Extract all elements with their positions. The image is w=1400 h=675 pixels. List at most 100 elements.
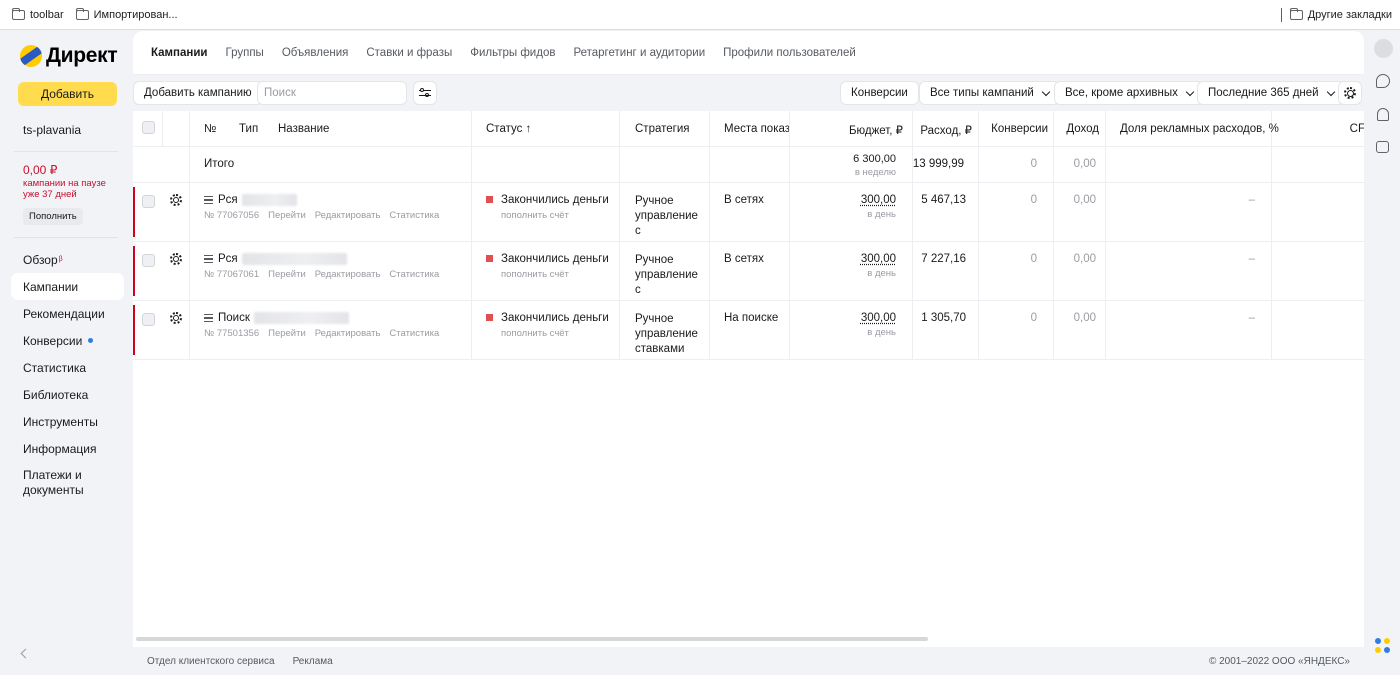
tab-user-profiles[interactable]: Профили пользователей xyxy=(723,31,856,75)
column-name[interactable]: Название xyxy=(278,123,329,135)
strategy[interactable]: Ручное управление с xyxy=(635,194,698,239)
archive-filter-select[interactable]: Все, кроме архивных xyxy=(1054,81,1204,105)
topup-link[interactable]: пополнить счёт xyxy=(501,210,569,221)
sidebar-item-information[interactable]: Информация xyxy=(11,435,124,462)
budget-value[interactable]: 300,00 xyxy=(861,312,896,324)
new-dot-icon xyxy=(88,338,94,343)
row-checkbox[interactable] xyxy=(142,254,155,267)
select-all-checkbox[interactable] xyxy=(142,121,155,134)
search-input[interactable]: Поиск xyxy=(257,81,407,105)
tab-feed-filters[interactable]: Фильтры фидов xyxy=(470,31,555,75)
campaign-type-icon xyxy=(204,196,213,204)
edit-link[interactable]: Редактировать xyxy=(315,269,381,280)
horizontal-scrollbar[interactable] xyxy=(136,637,928,641)
topup-button[interactable]: Пополнить xyxy=(23,208,83,225)
sidebar-divider xyxy=(14,237,118,238)
column-strategy[interactable]: Стратегия xyxy=(635,123,690,135)
campaign-title[interactable]: Рся xyxy=(204,194,297,206)
nav-label: Платежи и документы xyxy=(23,468,84,497)
campaign-settings-icon[interactable] xyxy=(170,312,182,324)
column-budget[interactable]: Бюджет, ₽ xyxy=(849,123,903,137)
tab-bids[interactable]: Ставки и фразы xyxy=(366,31,452,75)
folder-icon xyxy=(1289,8,1303,20)
campaign-number: № 77067056 xyxy=(204,210,260,221)
edit-link[interactable]: Редактировать xyxy=(315,210,381,221)
collapse-sidebar-icon[interactable] xyxy=(20,648,31,659)
filter-settings-button[interactable] xyxy=(413,81,437,105)
campaign-settings-icon[interactable] xyxy=(170,253,182,265)
avatar[interactable] xyxy=(1374,39,1393,58)
go-link[interactable]: Перейти xyxy=(268,328,306,339)
sidebar-item-conversions[interactable]: Конверсии xyxy=(11,327,124,354)
row-checkbox[interactable] xyxy=(142,313,155,326)
beta-badge: β xyxy=(58,256,63,263)
footer-link-ads[interactable]: Реклама xyxy=(293,656,333,667)
column-type[interactable]: Тип xyxy=(239,123,258,135)
stats-link[interactable]: Статистика xyxy=(389,269,439,280)
tab-ads[interactable]: Объявления xyxy=(282,31,349,75)
strategy[interactable]: Ручное управление ставками xyxy=(635,312,698,357)
bookmark-toolbar[interactable]: toolbar xyxy=(0,7,70,21)
conversions-button[interactable]: Конверсии xyxy=(840,81,919,105)
period-select[interactable]: Последние 365 дней xyxy=(1197,81,1345,105)
campaign-title[interactable]: Поиск xyxy=(204,312,349,324)
campaign-type: Поиск xyxy=(218,312,250,325)
budget-value[interactable]: 300,00 xyxy=(861,194,896,206)
services-icon[interactable] xyxy=(1375,638,1391,654)
column-places[interactable]: Места показ xyxy=(724,123,789,135)
stats-link[interactable]: Статистика xyxy=(389,210,439,221)
tab-groups[interactable]: Группы xyxy=(226,31,264,75)
campaign-meta: № 77501356 Перейти Редактировать Статистика xyxy=(204,328,448,339)
total-budget-period: в неделю xyxy=(854,167,896,178)
table-settings-button[interactable] xyxy=(1338,81,1362,105)
feedback-icon[interactable] xyxy=(1376,141,1389,153)
column-number[interactable]: № xyxy=(204,123,216,135)
direct-logo[interactable]: Директ xyxy=(20,44,118,68)
row-checkbox[interactable] xyxy=(142,195,155,208)
sidebar-item-tools[interactable]: Инструменты xyxy=(11,408,124,435)
nav-label: Библиотека xyxy=(23,387,89,402)
tab-campaigns[interactable]: Кампании xyxy=(151,31,208,75)
campaign-settings-icon[interactable] xyxy=(170,194,182,206)
column-spend[interactable]: Расход, ₽ xyxy=(920,123,972,137)
tab-retargeting[interactable]: Ретаргетинг и аудитории xyxy=(573,31,705,75)
strategy-line: управление xyxy=(635,328,698,340)
total-income: 0,00 xyxy=(1073,158,1096,170)
total-label: Итого xyxy=(204,158,235,170)
table-header: № Тип Название Статус ↑ Стратегия Места … xyxy=(133,111,1364,147)
stats-link[interactable]: Статистика xyxy=(389,328,439,339)
sidebar-item-overview[interactable]: Обзор β xyxy=(11,246,124,273)
column-cpa[interactable]: CF xyxy=(1350,123,1364,135)
sidebar-item-library[interactable]: Библиотека xyxy=(11,381,124,408)
column-ad-spend-share[interactable]: Доля рекламных расходов, % xyxy=(1120,123,1279,135)
sidebar-item-recommendations[interactable]: Рекомендации xyxy=(11,300,124,327)
chat-icon[interactable] xyxy=(1376,74,1390,88)
direct-logo-icon xyxy=(20,45,42,67)
go-link[interactable]: Перейти xyxy=(268,269,306,280)
topup-link[interactable]: пополнить счёт xyxy=(501,328,569,339)
strategy[interactable]: Ручное управление с xyxy=(635,253,698,298)
status-label: Закончились деньги xyxy=(501,194,609,206)
go-link[interactable]: Перейти xyxy=(268,210,306,221)
bookmark-imported[interactable]: Импортирован... xyxy=(70,7,184,21)
campaign-title[interactable]: Рся xyxy=(204,253,347,265)
column-status[interactable]: Статус ↑ xyxy=(486,123,531,135)
bell-icon[interactable] xyxy=(1377,108,1389,121)
topup-link[interactable]: пополнить счёт xyxy=(501,269,569,280)
footer-link-support[interactable]: Отдел клиентского сервиса xyxy=(147,656,275,667)
budget-value[interactable]: 300,00 xyxy=(861,253,896,265)
sidebar-item-statistics[interactable]: Статистика xyxy=(11,354,124,381)
sidebar-item-campaigns[interactable]: Кампании xyxy=(11,273,124,300)
sidebar-item-payments[interactable]: Платежи и документы xyxy=(11,462,124,502)
add-campaign-button[interactable]: Добавить кампанию xyxy=(133,81,263,105)
column-income[interactable]: Доход xyxy=(1066,123,1099,135)
bookmark-other[interactable]: Другие закладки xyxy=(1289,8,1392,21)
status-label: Закончились деньги xyxy=(501,253,609,265)
add-button[interactable]: Добавить xyxy=(18,82,117,106)
campaign-types-select[interactable]: Все типы кампаний xyxy=(919,81,1060,105)
status-square-icon xyxy=(486,255,493,263)
nav-label: Кампании xyxy=(23,279,79,294)
column-conversions[interactable]: Конверсии xyxy=(991,123,1048,135)
account-name[interactable]: ts-plavania xyxy=(23,123,81,137)
edit-link[interactable]: Редактировать xyxy=(315,328,381,339)
